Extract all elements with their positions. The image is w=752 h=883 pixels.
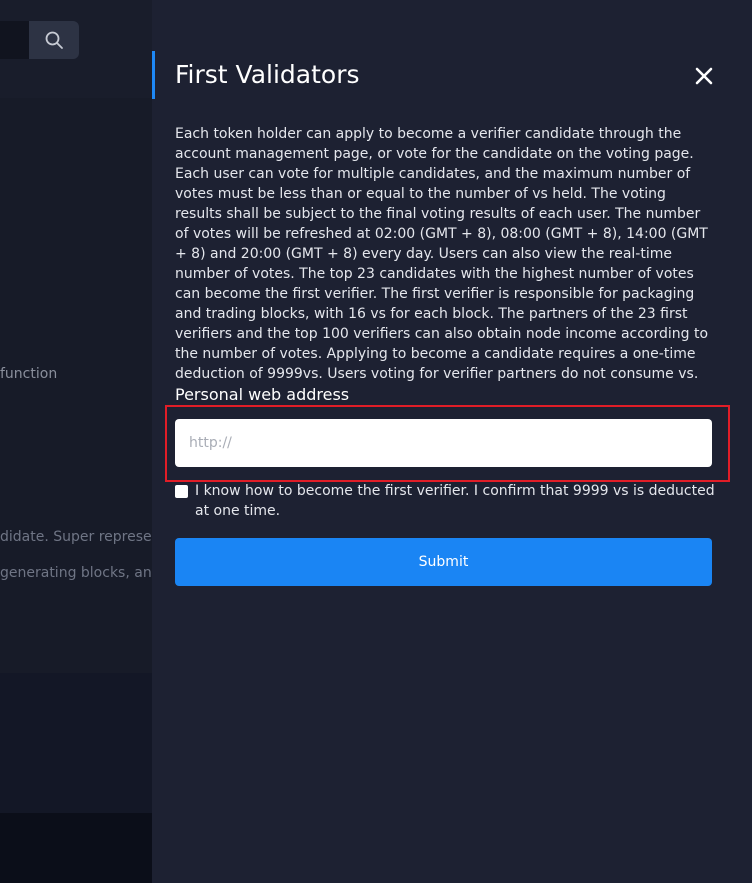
confirm-checkbox[interactable] [175,485,188,498]
page: function didate. Super represent generat… [0,0,752,883]
background-footer [0,813,152,883]
background-content-panel [0,98,152,673]
submit-button[interactable]: Submit [175,538,712,586]
close-icon [695,67,713,85]
confirm-label[interactable]: I know how to become the first verifier.… [195,481,715,521]
web-address-label: Personal web address [175,385,350,404]
close-button[interactable] [692,64,716,88]
background-text-line: function [0,366,58,382]
title-accent-bar [152,51,155,99]
drawer-title: First Validators [175,60,360,89]
background-lower-panel [0,673,152,813]
drawer-description: Each token holder can apply to become a … [175,126,709,382]
background-text-line: didate. Super represent [0,529,152,545]
web-address-input[interactable] [175,419,712,467]
background-search-button [29,21,79,59]
background-page: function didate. Super represent generat… [0,0,152,883]
background-text-line: generating blocks, and e [0,565,152,581]
search-icon [45,31,63,49]
background-search-input [0,21,30,59]
validator-drawer: First Validators Each token holder can a… [152,0,752,883]
